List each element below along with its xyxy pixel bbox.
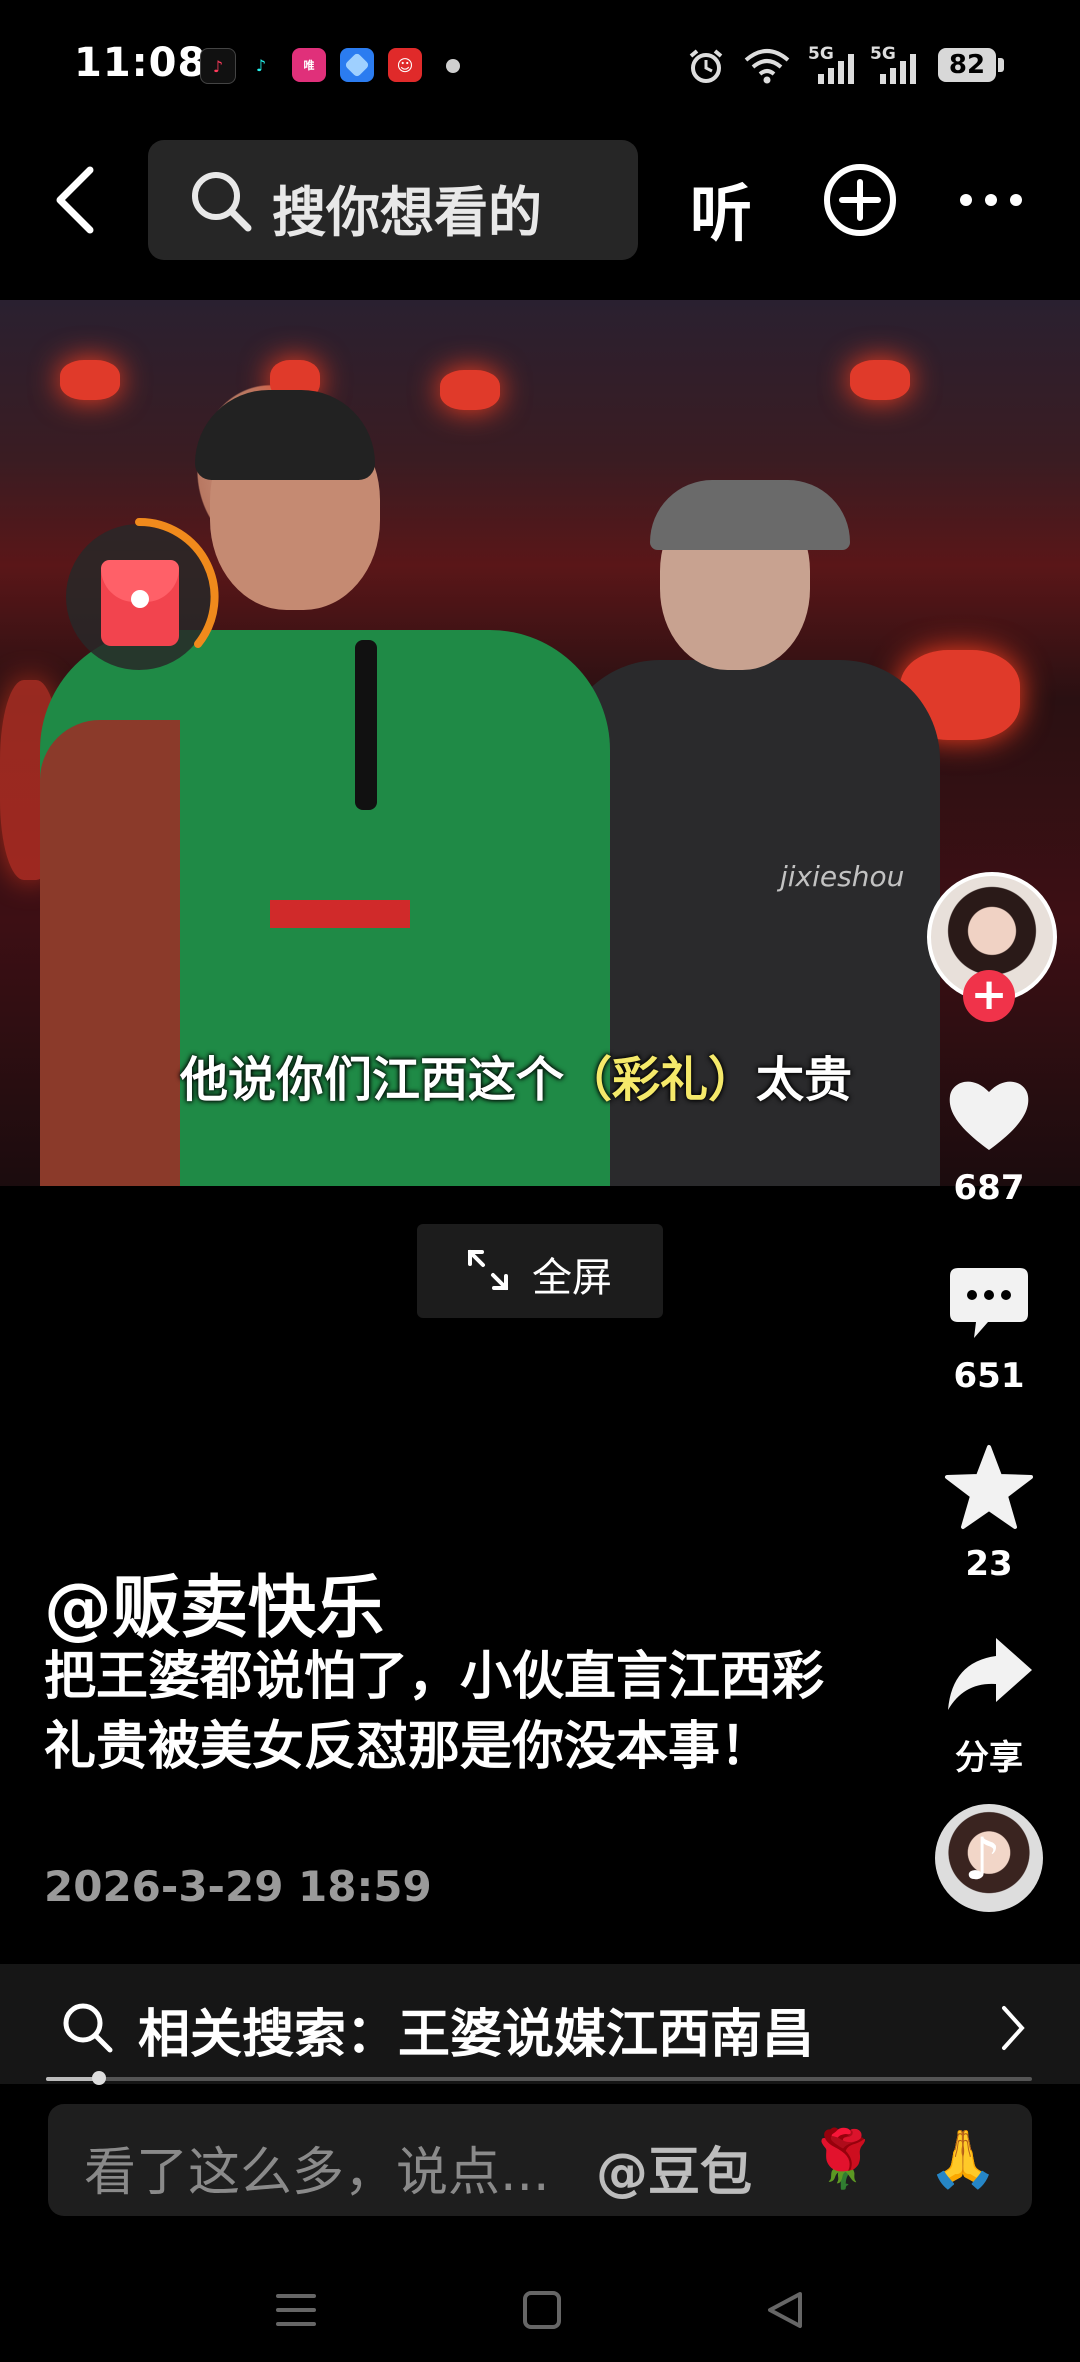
search-icon	[63, 2003, 113, 2053]
game-icon: ☺	[388, 48, 422, 82]
heart-icon[interactable]	[946, 1076, 1032, 1154]
comment-placeholder: 看了这么多，说点...	[84, 2143, 550, 2203]
comment-count: 651	[953, 1356, 1025, 1396]
home-icon[interactable]	[522, 2290, 562, 2330]
red-packet-seal	[131, 590, 149, 608]
mention-doubao[interactable]: @豆包	[596, 2130, 752, 2205]
lantern-decoration	[440, 370, 500, 410]
add-circle-icon[interactable]	[822, 162, 898, 238]
listen-button[interactable]: 听	[690, 163, 752, 253]
like-count: 687	[953, 1168, 1025, 1208]
status-time: 11:08	[74, 40, 207, 86]
notification-dot	[446, 59, 460, 73]
lantern-decoration	[850, 360, 910, 400]
share-label: 分享	[955, 1738, 1023, 1778]
battery-tip	[998, 58, 1004, 72]
video-progress-track[interactable]	[46, 2077, 1032, 2081]
comment-icon[interactable]	[948, 1266, 1030, 1342]
video-player[interactable]: jixieshou 他说你们江西这个（彩礼）太贵	[0, 300, 1080, 1186]
signal-icon-2	[880, 54, 916, 84]
author-name[interactable]: @贩卖快乐	[44, 1552, 384, 1651]
browser-icon	[340, 48, 374, 82]
alarm-icon	[689, 49, 723, 83]
chevron-right-icon	[1002, 2006, 1025, 2050]
video-watermark: jixieshou	[780, 860, 905, 893]
favorite-count: 23	[965, 1544, 1013, 1584]
video-subtitle: 他说你们江西这个（彩礼）太贵	[180, 1040, 852, 1110]
microphone	[355, 640, 377, 810]
tiktok-icon: ♪	[244, 48, 278, 82]
lantern-decoration	[60, 360, 120, 400]
vipshop-icon: 唯	[292, 48, 326, 82]
post-time: 2026-3-29 18:59	[44, 1862, 432, 1911]
woman-shawl	[40, 720, 180, 1186]
subtitle-text-end: 太贵	[756, 1052, 853, 1108]
back-icon[interactable]	[766, 2290, 804, 2330]
pray-emoji-icon[interactable]: 🙏	[928, 2126, 998, 2192]
video-caption: 把王婆都说怕了，小伙直言江西彩礼贵被美女反怼那是你没本事！	[44, 1647, 825, 1777]
fullscreen-label: 全屏	[532, 1255, 612, 1301]
man-cap	[650, 480, 850, 550]
search-icon	[192, 172, 252, 232]
follow-button[interactable]: +	[963, 970, 1015, 1022]
woman-belt	[270, 900, 410, 928]
menu-icon[interactable]	[276, 2292, 316, 2328]
subtitle-text: 他说你们江西这个	[180, 1052, 565, 1108]
woman-hair	[195, 390, 375, 480]
battery-indicator: 82	[938, 48, 996, 82]
more-icon[interactable]	[958, 190, 1024, 210]
star-icon[interactable]	[944, 1444, 1034, 1530]
search-placeholder: 搜你想看的	[272, 181, 542, 244]
related-search-label: 相关搜索：王婆说媒江西南昌	[138, 2005, 815, 2065]
status-bar: 11:08 ♪ ♪ 唯 ☺ 5G 5G 82	[0, 0, 1080, 130]
music-note-icon: ♪	[964, 1825, 1002, 1893]
back-arrow-icon[interactable]	[50, 164, 100, 236]
system-nav-bar	[0, 2240, 1080, 2362]
subtitle-highlight: （彩礼）	[564, 1052, 757, 1108]
rose-emoji-icon[interactable]: 🌹	[808, 2126, 878, 2192]
wifi-icon	[744, 49, 790, 84]
douyin-lite-icon: ♪	[200, 48, 236, 84]
expand-icon	[468, 1250, 508, 1290]
signal-icon	[818, 54, 854, 84]
share-icon[interactable]	[946, 1634, 1034, 1712]
video-progress-knob[interactable]	[92, 2071, 106, 2085]
